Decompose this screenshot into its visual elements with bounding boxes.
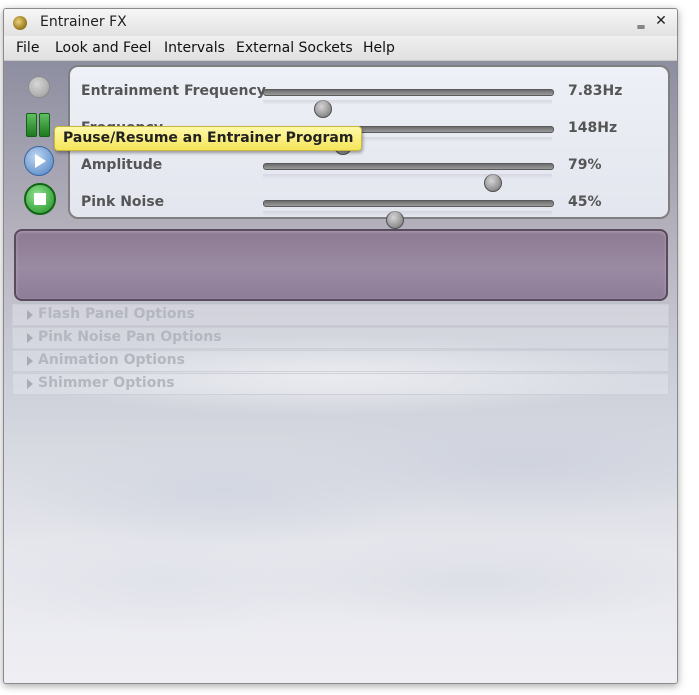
menu-help[interactable]: Help <box>363 40 395 56</box>
slider-value: 79% <box>568 157 602 173</box>
menu-intervals[interactable]: Intervals <box>164 40 225 56</box>
flash-panel <box>14 229 668 301</box>
pause-button[interactable] <box>26 113 50 137</box>
slider-row-amplitude: Amplitude 79% <box>70 148 668 192</box>
pink-noise-slider[interactable] <box>263 200 554 229</box>
menu-bar: File Look and Feel Intervals External So… <box>4 36 677 61</box>
pink-noise-pan-options-toggle[interactable]: Pink Noise Pan Options <box>12 327 669 349</box>
pause-icon <box>26 113 37 137</box>
pause-icon-bar <box>39 113 50 137</box>
amplitude-slider[interactable] <box>263 163 554 192</box>
slider-value: 45% <box>568 194 602 210</box>
slider-value: 7.83Hz <box>568 83 623 99</box>
menu-look-and-feel[interactable]: Look and Feel <box>55 40 151 56</box>
menu-external-sockets[interactable]: External Sockets <box>236 40 353 56</box>
option-label: Pink Noise Pan Options <box>38 329 222 345</box>
expand-arrow-icon <box>27 356 33 366</box>
slider-ticks <box>263 100 552 105</box>
entrainment-frequency-slider[interactable] <box>263 89 554 118</box>
slider-label: Entrainment Frequency <box>81 83 266 99</box>
slider-row-pink-noise: Pink Noise 45% <box>70 185 668 229</box>
shimmer-options-toggle[interactable]: Shimmer Options <box>12 373 669 395</box>
slider-label: Pink Noise <box>81 194 165 210</box>
slider-row-entrainment-frequency: Entrainment Frequency 7.83Hz <box>70 74 668 118</box>
expand-arrow-icon <box>27 310 33 320</box>
expand-arrow-icon <box>27 379 33 389</box>
expand-arrow-icon <box>27 333 33 343</box>
option-label: Shimmer Options <box>38 375 175 391</box>
stop-icon <box>34 193 46 205</box>
flash-panel-options-toggle[interactable]: Flash Panel Options <box>12 304 669 326</box>
slider-value: 148Hz <box>568 120 618 136</box>
pause-tooltip: Pause/Resume an Entrainer Program <box>54 126 363 151</box>
option-label: Animation Options <box>38 352 185 368</box>
animation-options-toggle[interactable]: Animation Options <box>12 350 669 372</box>
main-content: Entrainment Frequency 7.83Hz Frequency 1… <box>4 61 677 683</box>
minimize-button[interactable]: ‗ <box>634 13 648 29</box>
app-logo-icon <box>13 16 27 30</box>
title-bar[interactable]: Entrainer FX ‗ ✕ <box>4 9 677 36</box>
menu-file[interactable]: File <box>16 40 39 56</box>
play-icon <box>35 154 46 168</box>
close-button[interactable]: ✕ <box>654 13 668 29</box>
slider-ticks <box>263 174 552 179</box>
slider-label: Amplitude <box>81 157 163 173</box>
record-button[interactable] <box>28 76 50 98</box>
stop-button[interactable] <box>24 183 56 215</box>
play-button[interactable] <box>24 146 54 176</box>
window-title: Entrainer FX <box>40 14 127 30</box>
option-label: Flash Panel Options <box>38 306 195 322</box>
slider-ticks <box>263 211 552 216</box>
app-window: Entrainer FX ‗ ✕ File Look and Feel Inte… <box>3 8 678 684</box>
